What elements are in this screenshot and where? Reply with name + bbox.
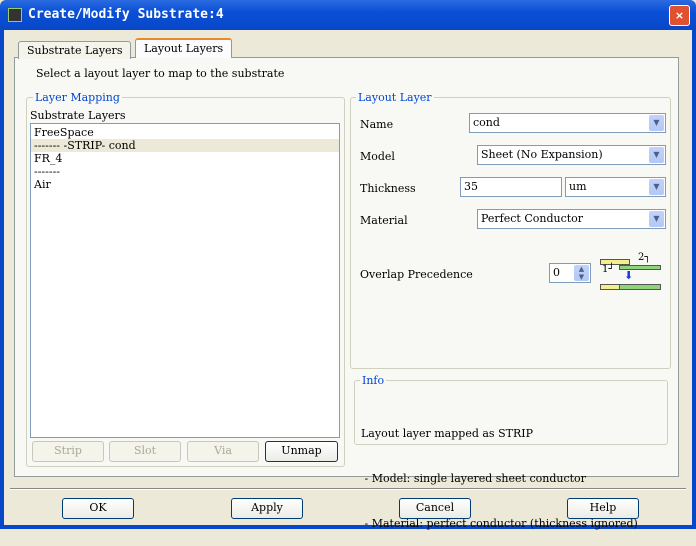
footer-separator: [10, 488, 686, 490]
arrow-down-icon: ⬇: [624, 269, 634, 282]
overlap-diagram: 2┐ 1┘ ⬇: [598, 252, 664, 293]
thickness-input[interactable]: 35: [460, 177, 562, 197]
name-label: Name: [360, 118, 394, 131]
list-item[interactable]: -------: [31, 165, 339, 178]
substrate-layers-list[interactable]: FreeSpace ------- -STRIP- cond FR_4 ----…: [30, 123, 340, 438]
chevron-down-icon[interactable]: ▼: [649, 179, 664, 195]
diagram-label-1: 1┘: [602, 264, 615, 275]
thickness-unit-select[interactable]: um ▼: [565, 177, 666, 197]
tab-layout-layers[interactable]: Layout Layers: [135, 38, 233, 58]
diagram-label-2: 2┐: [638, 252, 651, 263]
close-button[interactable]: ×: [669, 5, 690, 26]
cancel-button[interactable]: Cancel: [399, 498, 471, 519]
app-icon: [8, 8, 22, 22]
name-select[interactable]: cond ▼: [469, 113, 666, 133]
info-line: - Model: single layered sheet conductor: [361, 472, 586, 485]
model-label: Model: [360, 150, 395, 163]
strip-button[interactable]: Strip: [32, 441, 104, 462]
model-select[interactable]: Sheet (No Expansion) ▼: [477, 145, 666, 165]
thickness-label: Thickness: [360, 182, 416, 195]
window-frame: [692, 30, 696, 529]
list-item[interactable]: Air: [31, 178, 339, 191]
window-frame: [0, 30, 4, 529]
overlap-precedence-label: Overlap Precedence: [360, 268, 473, 281]
chevron-down-icon[interactable]: ▼: [649, 211, 664, 227]
layout-layer-legend: Layout Layer: [356, 91, 434, 104]
ok-button[interactable]: OK: [62, 498, 134, 519]
list-item[interactable]: FreeSpace: [31, 126, 339, 139]
info-legend: Info: [360, 374, 387, 387]
material-label: Material: [360, 214, 408, 227]
chevron-down-icon[interactable]: ▼: [649, 115, 664, 131]
unmap-button[interactable]: Unmap: [265, 441, 338, 462]
material-value: Perfect Conductor: [481, 212, 584, 225]
overlap-precedence-spinner[interactable]: 0 ▲ ▼: [549, 263, 591, 283]
layer-mapping-legend: Layer Mapping: [33, 91, 122, 104]
info-line: Layout layer mapped as STRIP: [361, 427, 533, 440]
list-item[interactable]: FR_4: [31, 152, 339, 165]
chevron-down-icon[interactable]: ▼: [649, 147, 664, 163]
layout-layer-group: [350, 97, 671, 369]
name-value: cond: [473, 116, 500, 129]
tab-substrate-layers[interactable]: Substrate Layers: [18, 41, 132, 59]
info-text: Layout layer mapped as STRIP - Model: si…: [361, 396, 638, 546]
overlap-value: 0: [553, 266, 560, 279]
spinner-arrows-icon[interactable]: ▲ ▼: [574, 265, 589, 281]
window-title: Create/Modify Substrate:4: [28, 7, 224, 22]
slot-button[interactable]: Slot: [109, 441, 181, 462]
instruction-text: Select a layout layer to map to the subs…: [36, 67, 285, 80]
apply-button[interactable]: Apply: [231, 498, 303, 519]
list-item-selected[interactable]: ------- -STRIP- cond: [31, 139, 339, 152]
substrate-layers-label: Substrate Layers: [30, 109, 126, 122]
via-button[interactable]: Via: [187, 441, 259, 462]
material-select[interactable]: Perfect Conductor ▼: [477, 209, 666, 229]
model-value: Sheet (No Expansion): [481, 148, 603, 161]
thickness-unit-value: um: [569, 180, 587, 193]
help-button[interactable]: Help: [567, 498, 639, 519]
